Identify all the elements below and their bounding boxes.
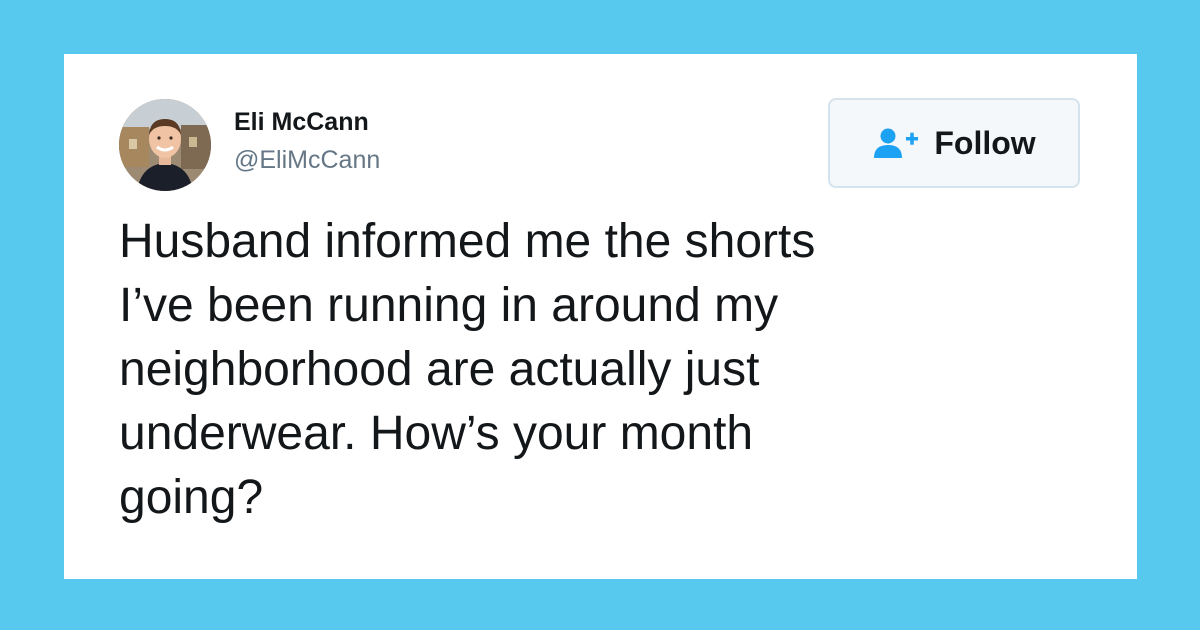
author-name[interactable]: Eli McCann [234, 108, 369, 137]
add-user-icon [872, 127, 920, 159]
follow-button[interactable]: Follow [828, 98, 1080, 188]
follow-button-label: Follow [934, 124, 1036, 161]
tweet-text: Husband informed me the shorts I’ve been… [119, 215, 816, 524]
author-handle[interactable]: @EliMcCann [234, 146, 380, 175]
avatar[interactable] [119, 99, 211, 191]
profile-photo [119, 99, 211, 191]
tweet-card: Eli McCann @EliMcCann Follow Husband inf… [64, 54, 1137, 579]
